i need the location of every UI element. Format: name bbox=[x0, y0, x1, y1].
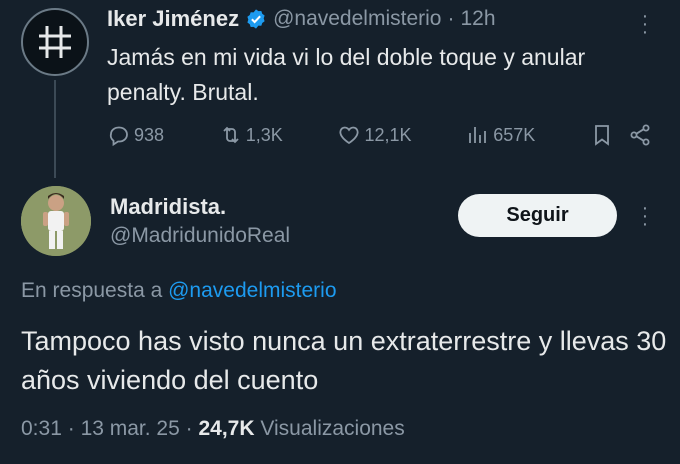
parent-author-name[interactable]: Iker Jiménez bbox=[107, 6, 239, 32]
views-button[interactable]: 657K bbox=[466, 123, 535, 147]
parent-tweet-time[interactable]: 12h bbox=[460, 7, 495, 31]
in-reply-handle-link[interactable]: @navedelmisterio bbox=[168, 279, 336, 302]
reply-tweet-date[interactable]: 13 mar. 25 bbox=[81, 417, 180, 440]
heart-icon bbox=[339, 126, 360, 145]
verified-badge-icon bbox=[247, 9, 265, 29]
reply-author-name[interactable]: Madridista. bbox=[110, 194, 226, 220]
reply-author-avatar[interactable] bbox=[21, 186, 91, 256]
reply-more-options-icon[interactable]: · · · bbox=[638, 198, 652, 234]
reply-icon bbox=[109, 126, 128, 147]
in-reply-prefix: En respuesta a bbox=[21, 279, 163, 302]
parent-author-handle[interactable]: @navedelmisterio bbox=[273, 7, 441, 31]
dot-separator: · bbox=[185, 417, 193, 440]
reply-count: 938 bbox=[134, 124, 165, 145]
hashtag-grid-icon bbox=[39, 26, 71, 58]
like-button[interactable]: 12,1K bbox=[337, 123, 412, 147]
retweet-button[interactable]: 1,3K bbox=[219, 123, 283, 147]
analytics-bars-icon bbox=[469, 127, 487, 143]
dot-separator: · bbox=[67, 417, 75, 440]
reply-author-handle[interactable]: @MadridunidoReal bbox=[110, 224, 290, 248]
parent-more-options-icon[interactable]: · · · bbox=[638, 6, 652, 42]
retweet-count: 1,3K bbox=[245, 124, 283, 145]
parent-tweet-actions: 938 1,3K 12,1K 657K bbox=[107, 120, 652, 150]
reply-views-label: Visualizaciones bbox=[260, 417, 405, 440]
reply-tweet-time[interactable]: 0:31 bbox=[21, 417, 62, 440]
reply-tweet-meta: 0:31 · 13 mar. 25 · 24,7K Visualizacione… bbox=[21, 417, 405, 441]
player-photo-icon bbox=[21, 186, 91, 256]
reply-button[interactable]: 938 bbox=[107, 123, 164, 147]
parent-tweet-text: Jamás en mi vida vi lo del doble toque y… bbox=[107, 44, 586, 105]
thread-connector-line bbox=[54, 80, 56, 178]
share-icon[interactable] bbox=[628, 123, 652, 147]
retweet-icon bbox=[223, 126, 239, 144]
follow-button[interactable]: Seguir bbox=[458, 194, 617, 237]
dot-separator: · bbox=[447, 7, 455, 30]
like-count: 12,1K bbox=[364, 124, 412, 145]
parent-author-avatar[interactable] bbox=[21, 8, 89, 76]
in-reply-to: En respuesta a @navedelmisterio bbox=[21, 279, 337, 303]
reply-tweet-text: Tampoco has visto nunca un extraterrestr… bbox=[21, 326, 667, 395]
parent-tweet-header: Iker Jiménez @navedelmisterio · 12h bbox=[107, 6, 496, 32]
reply-views-count: 24,7K bbox=[198, 417, 255, 440]
bookmark-icon[interactable] bbox=[590, 123, 614, 147]
bookmark-share-group bbox=[590, 123, 652, 147]
views-count: 657K bbox=[493, 124, 536, 145]
